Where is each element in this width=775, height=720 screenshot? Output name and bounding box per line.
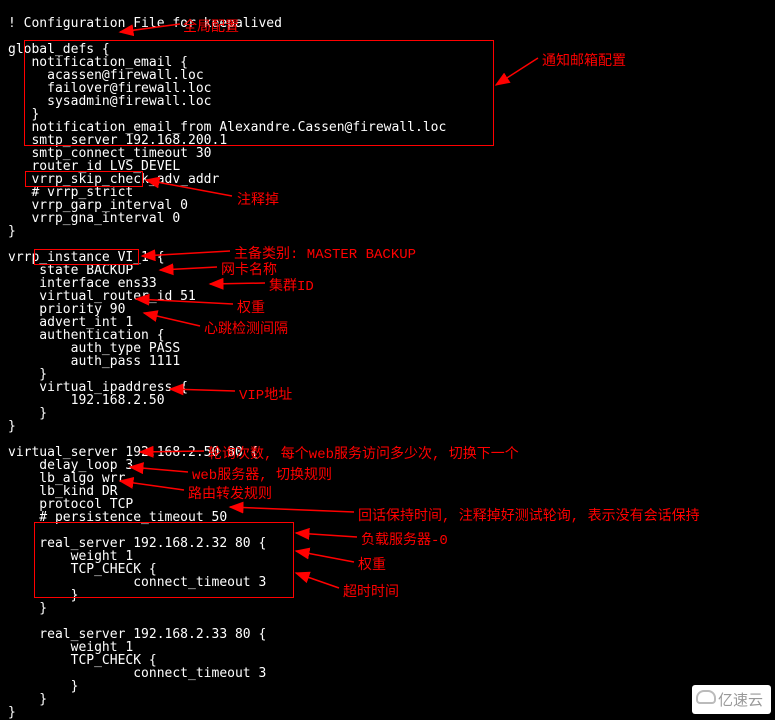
ann-session-keep: 回话保持时间, 注释掉好测试轮询, 表示没有会话保持 — [358, 505, 700, 525]
ann-timeout: 超时时间 — [343, 581, 399, 601]
ann-global-config: 全局配置 — [183, 16, 239, 36]
ann-weight2: 权重 — [358, 554, 386, 574]
box-notification-email — [24, 40, 494, 146]
ann-load-server0: 负载服务器-0 — [361, 529, 448, 549]
ann-heartbeat: 心跳检测间隔 — [204, 318, 288, 338]
box-real-server — [34, 522, 294, 598]
ann-weight: 权重 — [237, 297, 265, 317]
ann-poll-count: 轮询次数, 每个web服务访问多少次, 切换下一个 — [208, 443, 519, 463]
ann-mail-config: 通知邮箱配置 — [542, 50, 626, 70]
ann-web-switch: web服务器, 切换规则 — [192, 464, 332, 484]
ann-route-rule: 路由转发规则 — [188, 483, 272, 503]
ann-comment-out: 注释掉 — [237, 189, 279, 209]
logo-watermark: 亿速云 — [692, 685, 771, 714]
ann-cluster-id: 集群ID — [269, 275, 314, 295]
box-vrrp-strict — [25, 171, 143, 187]
ann-vip-addr: VIP地址 — [239, 384, 292, 404]
box-state-backup — [34, 249, 139, 265]
